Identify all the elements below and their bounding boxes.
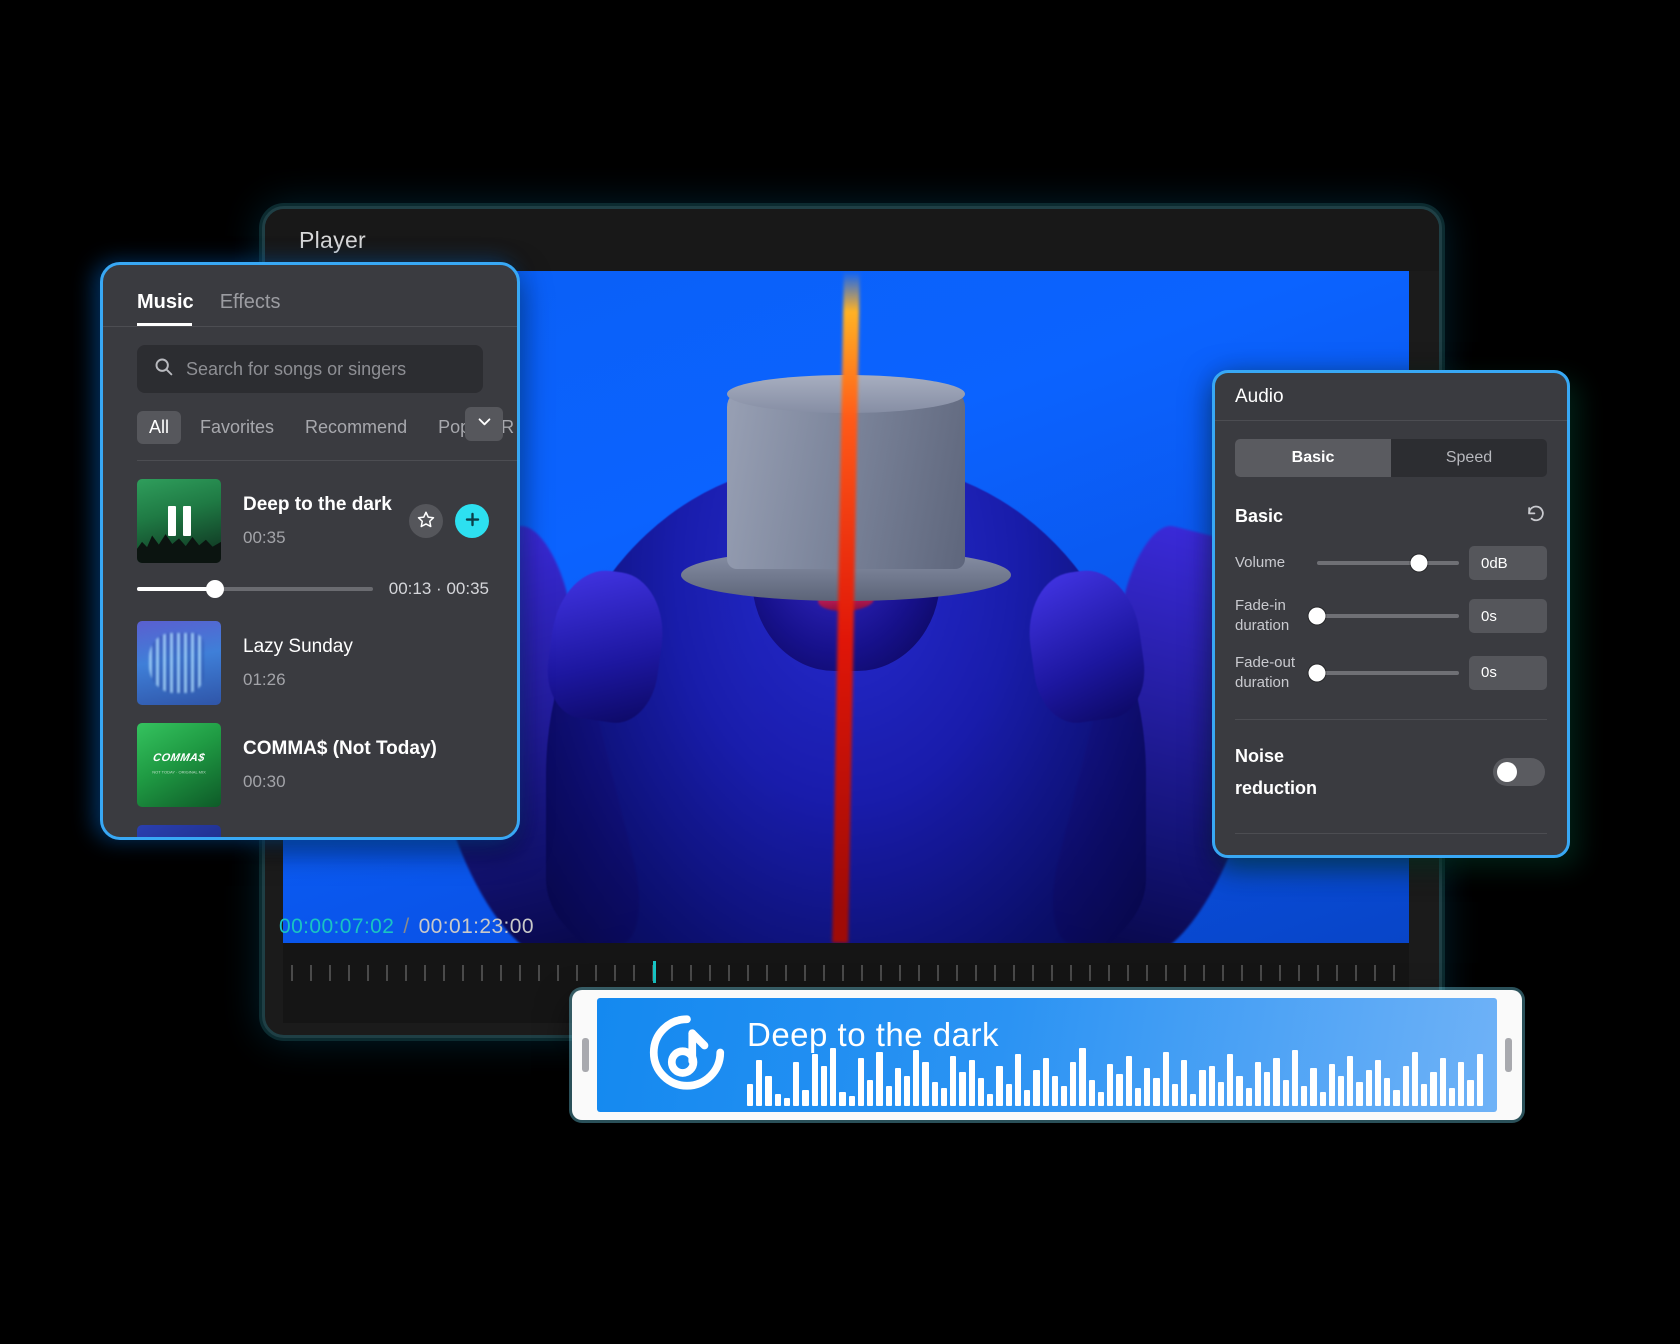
fade-out-slider-knob[interactable]: [1308, 664, 1326, 682]
audio-panel: Audio Basic Speed Basic Volume 0dB Fade-…: [1212, 370, 1570, 858]
total-time: 00:01:23:00: [418, 915, 534, 938]
fade-in-value[interactable]: 0s: [1469, 599, 1547, 634]
volume-label: Volume: [1235, 553, 1286, 571]
music-note-circle-icon: [645, 1011, 729, 1100]
song-list: Deep to the dark 00:35 00:13 · 00:35 Laz…: [103, 461, 517, 837]
song-duration: 01:26: [243, 670, 286, 689]
noise-reduction-label: Noise reduction: [1235, 746, 1318, 799]
pause-icon[interactable]: [137, 479, 221, 563]
section-label: Basic: [1235, 506, 1284, 526]
fade-in-control-row: Fade-in duration 0s: [1215, 580, 1567, 637]
basic-section-header: Basic: [1215, 477, 1567, 530]
song-artwork[interactable]: [137, 621, 221, 705]
progress-times: 00:13 · 00:35: [389, 579, 489, 599]
tab-effects[interactable]: Effects: [220, 291, 281, 326]
tab-speed[interactable]: Speed: [1391, 439, 1547, 477]
filter-chip-all[interactable]: All: [137, 411, 182, 444]
search-wrapper: Search for songs or singers: [103, 327, 517, 393]
list-item[interactable]: Lazy Sunday 01:26: [137, 603, 517, 705]
reset-icon[interactable]: [1525, 503, 1547, 530]
filter-chip-favorites[interactable]: Favorites: [188, 411, 286, 444]
fade-in-label: Fade-in duration: [1235, 597, 1290, 635]
favorite-button[interactable]: [409, 504, 443, 538]
artwork-title-text: COMMA$: [151, 752, 207, 765]
song-title: Deep to the dark: [243, 494, 392, 515]
music-panel: Music Effects Search for songs or singer…: [100, 262, 520, 840]
song-actions: [409, 504, 517, 538]
search-icon: [153, 356, 174, 382]
tab-basic[interactable]: Basic: [1235, 439, 1391, 477]
list-item[interactable]: Deep to the dark 00:35: [137, 461, 517, 563]
progress-track[interactable]: [137, 580, 373, 598]
clip-trim-handle-left[interactable]: [582, 1038, 589, 1072]
fade-out-control-row: Fade-out duration 0s: [1215, 637, 1567, 694]
progress-total: 00:35: [446, 579, 489, 598]
clip-body[interactable]: Deep to the dark: [597, 998, 1497, 1112]
song-artwork[interactable]: [137, 479, 221, 563]
fade-out-label: Fade-out duration: [1235, 653, 1296, 691]
current-time: 00:00:07:02: [279, 915, 395, 938]
song-meta: Lazy Sunday 01:26: [243, 636, 517, 690]
audio-panel-title: Audio: [1235, 385, 1284, 407]
timeline-ruler[interactable]: [291, 965, 1401, 981]
time-separator: /: [403, 915, 410, 938]
audio-clip-bar[interactable]: Deep to the dark: [572, 990, 1522, 1120]
song-title: Lazy Sunday: [243, 636, 353, 657]
search-placeholder: Search for songs or singers: [186, 358, 407, 379]
fade-out-value[interactable]: 0s: [1469, 655, 1547, 690]
song-duration: 00:35: [243, 528, 286, 547]
clip-trim-handle-right[interactable]: [1505, 1038, 1512, 1072]
tab-music[interactable]: Music: [137, 291, 194, 326]
song-artwork[interactable]: [137, 825, 221, 837]
add-button[interactable]: [455, 504, 489, 538]
song-duration: 00:30: [243, 772, 286, 791]
list-item[interactable]: [137, 807, 517, 837]
timeline-playhead[interactable]: [653, 961, 656, 983]
filter-chip-recommend[interactable]: Recommend: [293, 411, 419, 444]
star-icon: [417, 510, 435, 533]
progress-knob[interactable]: [205, 580, 224, 598]
progress-separator: ·: [436, 579, 442, 598]
clip-waveform: [747, 1048, 1483, 1106]
filter-dropdown-button[interactable]: [465, 407, 503, 441]
audio-segmented-control: Basic Speed: [1235, 439, 1547, 477]
search-input[interactable]: Search for songs or singers: [137, 345, 483, 393]
list-item[interactable]: COMMA$ NOT TODAY · ORIGINAL MIX COMMA$ (…: [137, 705, 517, 807]
volume-control-row: Volume 0dB: [1215, 530, 1567, 580]
fade-out-slider[interactable]: [1308, 664, 1459, 682]
song-progress[interactable]: 00:13 · 00:35: [137, 563, 517, 603]
filter-chip-row: All Favorites Recommend Pop R: [103, 393, 517, 460]
fade-in-slider[interactable]: [1308, 607, 1459, 625]
song-title: COMMA$ (Not Today): [243, 738, 437, 759]
song-meta: COMMA$ (Not Today) 00:30: [243, 738, 517, 792]
audio-panel-header: Audio: [1215, 373, 1567, 421]
song-artwork[interactable]: COMMA$ NOT TODAY · ORIGINAL MIX: [137, 723, 221, 807]
noise-reduction-row: Noise reduction: [1215, 720, 1567, 805]
volume-value[interactable]: 0dB: [1469, 546, 1547, 580]
noise-reduction-toggle[interactable]: [1493, 758, 1545, 787]
progress-elapsed: 00:13: [388, 579, 432, 598]
music-panel-tabs: Music Effects: [103, 265, 517, 326]
chevron-down-icon: [476, 413, 493, 435]
song-meta: Deep to the dark 00:35: [243, 494, 392, 548]
plus-icon: [463, 509, 482, 534]
fade-in-slider-knob[interactable]: [1308, 607, 1326, 625]
time-readout: 00:00:07:02 / 00:01:23:00: [279, 915, 534, 939]
artwork-subtitle-text: NOT TODAY · ORIGINAL MIX: [152, 769, 206, 775]
volume-slider-knob[interactable]: [1410, 554, 1428, 572]
progress-fill: [137, 587, 215, 591]
screenshot-root: Player 00:00:07:02 / 00:01:23:00 Music E…: [0, 0, 1680, 1344]
page-title: Player: [299, 226, 366, 253]
volume-slider[interactable]: [1317, 554, 1459, 572]
audio-divider-bottom: [1235, 832, 1547, 834]
